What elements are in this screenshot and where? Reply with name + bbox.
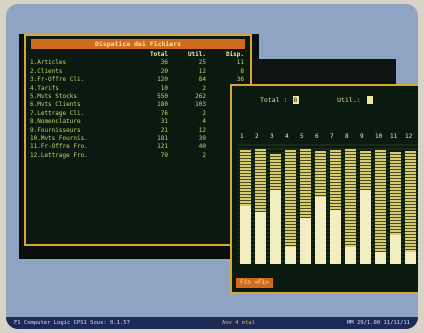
table-row[interactable]: 8.Nomenclature31427 bbox=[30, 118, 246, 126]
table-cell: 21 bbox=[160, 126, 168, 134]
bar-used-1 bbox=[240, 206, 251, 264]
table-row[interactable]: 12.Lettrage Fro.70268 bbox=[30, 152, 246, 160]
table-cell: 20 bbox=[160, 67, 168, 75]
table-cell: 31 bbox=[160, 118, 168, 126]
table-cell: 12.Lettrage Fro. bbox=[30, 151, 88, 159]
bar-used-6 bbox=[315, 196, 326, 264]
table-row[interactable]: 10.Mvts Fournis.18139142 bbox=[30, 135, 246, 143]
bar-used-10 bbox=[375, 252, 386, 264]
tick-label: 7 bbox=[330, 133, 334, 140]
bar-used-5 bbox=[300, 218, 311, 264]
bar-total-10 bbox=[375, 150, 386, 264]
tick-label: 5 bbox=[300, 133, 304, 140]
table-cell: 39 bbox=[198, 135, 206, 143]
table-cell: 1.Articles bbox=[30, 59, 67, 67]
table-cell: 180 bbox=[157, 101, 168, 109]
table-cell: 8 bbox=[240, 67, 244, 75]
screen: Dispatica dei Fichiers Total Util. Disp.… bbox=[6, 4, 418, 329]
table-row[interactable]: 11.Fr-Offre Fro.1214081 bbox=[30, 143, 246, 151]
tick-label: 10 bbox=[375, 133, 383, 140]
status-center: Aov 4 etal bbox=[221, 320, 256, 326]
table-cell: 7.Lettrage Cli. bbox=[30, 109, 85, 117]
bar-used-11 bbox=[390, 235, 401, 264]
tick-label: 11 bbox=[390, 133, 398, 140]
table-cell: 4 bbox=[202, 118, 206, 126]
table-cell: 25 bbox=[198, 59, 206, 67]
bar-used-8 bbox=[345, 247, 356, 264]
bar-used-4 bbox=[285, 247, 296, 264]
tick-labels: 1 2 3 4 5 6 7 8 9 10 11 12 bbox=[238, 133, 418, 141]
table-cell: 12 bbox=[198, 67, 206, 75]
file-table: Total Util. Disp. 1.Articles 36 25 11 2.Clie… bbox=[26, 51, 250, 160]
table-cell: 120 bbox=[157, 76, 168, 84]
table-cell: 11 bbox=[236, 59, 244, 67]
table-cell: 262 bbox=[195, 93, 206, 101]
status-bar: F1 Computer Logic CPS1 Sous: 0.1.57 Aov … bbox=[6, 317, 418, 329]
tick-label: 8 bbox=[345, 133, 349, 140]
table-cell: 2 bbox=[202, 109, 206, 117]
footer-key-hint: Fin <F1> bbox=[236, 278, 273, 288]
table-cell: 11.Fr-Offre Fro. bbox=[30, 143, 88, 151]
status-right: MM 29/1.00 11/11/11 bbox=[347, 320, 410, 326]
table-row[interactable]: 1.Articles 36 25 11 bbox=[30, 59, 246, 67]
bar-total-12 bbox=[405, 151, 416, 264]
usage-bar-chart bbox=[238, 144, 418, 264]
header-cell bbox=[30, 51, 130, 59]
table-cell: 103 bbox=[195, 101, 206, 109]
table-cell: 121 bbox=[157, 143, 168, 151]
table-row[interactable]: 4.Tarifs1028 bbox=[30, 85, 246, 93]
file-dispatch-window: Dispatica dei Fichiers Total Util. Disp.… bbox=[24, 34, 252, 246]
tick-label: 2 bbox=[255, 133, 259, 140]
tick-label: 3 bbox=[270, 133, 274, 140]
table-cell: 3.Fr-Offre Cli. bbox=[30, 76, 85, 84]
table-cell: 4.Tarifs bbox=[30, 84, 59, 92]
bar-used-9 bbox=[360, 189, 371, 264]
table-cell: 181 bbox=[157, 135, 168, 143]
totals-row: Total : 8 Util.: bbox=[260, 96, 373, 104]
header-disp: Disp. bbox=[225, 51, 244, 58]
header-total: Total bbox=[149, 51, 168, 58]
tick-label: 12 bbox=[405, 133, 413, 140]
tick-label: 4 bbox=[285, 133, 289, 140]
table-row[interactable]: 9.Fournisseurs21129 bbox=[30, 127, 246, 135]
table-cell: 2 bbox=[202, 84, 206, 92]
bar-used-12 bbox=[405, 252, 416, 264]
table-header-row: Total Util. Disp. bbox=[30, 51, 246, 59]
util-field[interactable] bbox=[366, 96, 373, 104]
table-row[interactable]: 7.Lettrage Cli.76268 bbox=[30, 110, 246, 118]
total-field[interactable]: 8 bbox=[293, 96, 300, 104]
tick-label: 6 bbox=[315, 133, 319, 140]
total-label: Total : bbox=[260, 96, 288, 104]
table-row[interactable]: 5.Mvts Stocks550262288 bbox=[30, 93, 246, 101]
table-cell: 8.Nomenclature bbox=[30, 118, 81, 126]
table-cell: 550 bbox=[157, 93, 168, 101]
table-row[interactable]: 2.Clients 20 12 8 bbox=[30, 68, 246, 76]
table-row[interactable]: 6.Mvts Clients18010377 bbox=[30, 101, 246, 109]
bar-used-3 bbox=[270, 189, 281, 264]
table-cell: 70 bbox=[160, 151, 168, 159]
header-util: Util. bbox=[187, 51, 206, 58]
table-cell: 84 bbox=[198, 76, 206, 84]
table-cell: 2.Clients bbox=[30, 67, 63, 75]
table-cell: 76 bbox=[160, 109, 168, 117]
status-left: F1 Computer Logic CPS1 Sous: 0.1.57 bbox=[14, 320, 130, 326]
table-cell: 10 bbox=[160, 84, 168, 92]
table-cell: 40 bbox=[198, 143, 206, 151]
table-row[interactable]: 3.Fr-Offre Cli. 120 84 36 bbox=[30, 76, 246, 84]
table-cell: 9.Fournisseurs bbox=[30, 126, 81, 134]
util-label: Util.: bbox=[337, 96, 361, 104]
table-cell: 6.Mvts Clients bbox=[30, 101, 81, 109]
table-cell: 10.Mvts Fournis. bbox=[30, 135, 88, 143]
table-cell: 36 bbox=[160, 59, 168, 67]
window-title: Dispatica dei Fichiers bbox=[31, 39, 245, 49]
bar-used-2 bbox=[255, 212, 266, 264]
table-cell: 5.Mvts Stocks bbox=[30, 93, 77, 101]
bar-used-7 bbox=[330, 210, 341, 264]
table-cell: 2 bbox=[202, 151, 206, 159]
tick-label: 9 bbox=[360, 133, 364, 140]
table-cell: 12 bbox=[198, 126, 206, 134]
tick-label: 1 bbox=[240, 133, 244, 140]
chart-window: Total : 8 Util.: 1 2 3 4 5 6 7 8 9 10 11 12 Fin <F1… bbox=[230, 84, 418, 294]
